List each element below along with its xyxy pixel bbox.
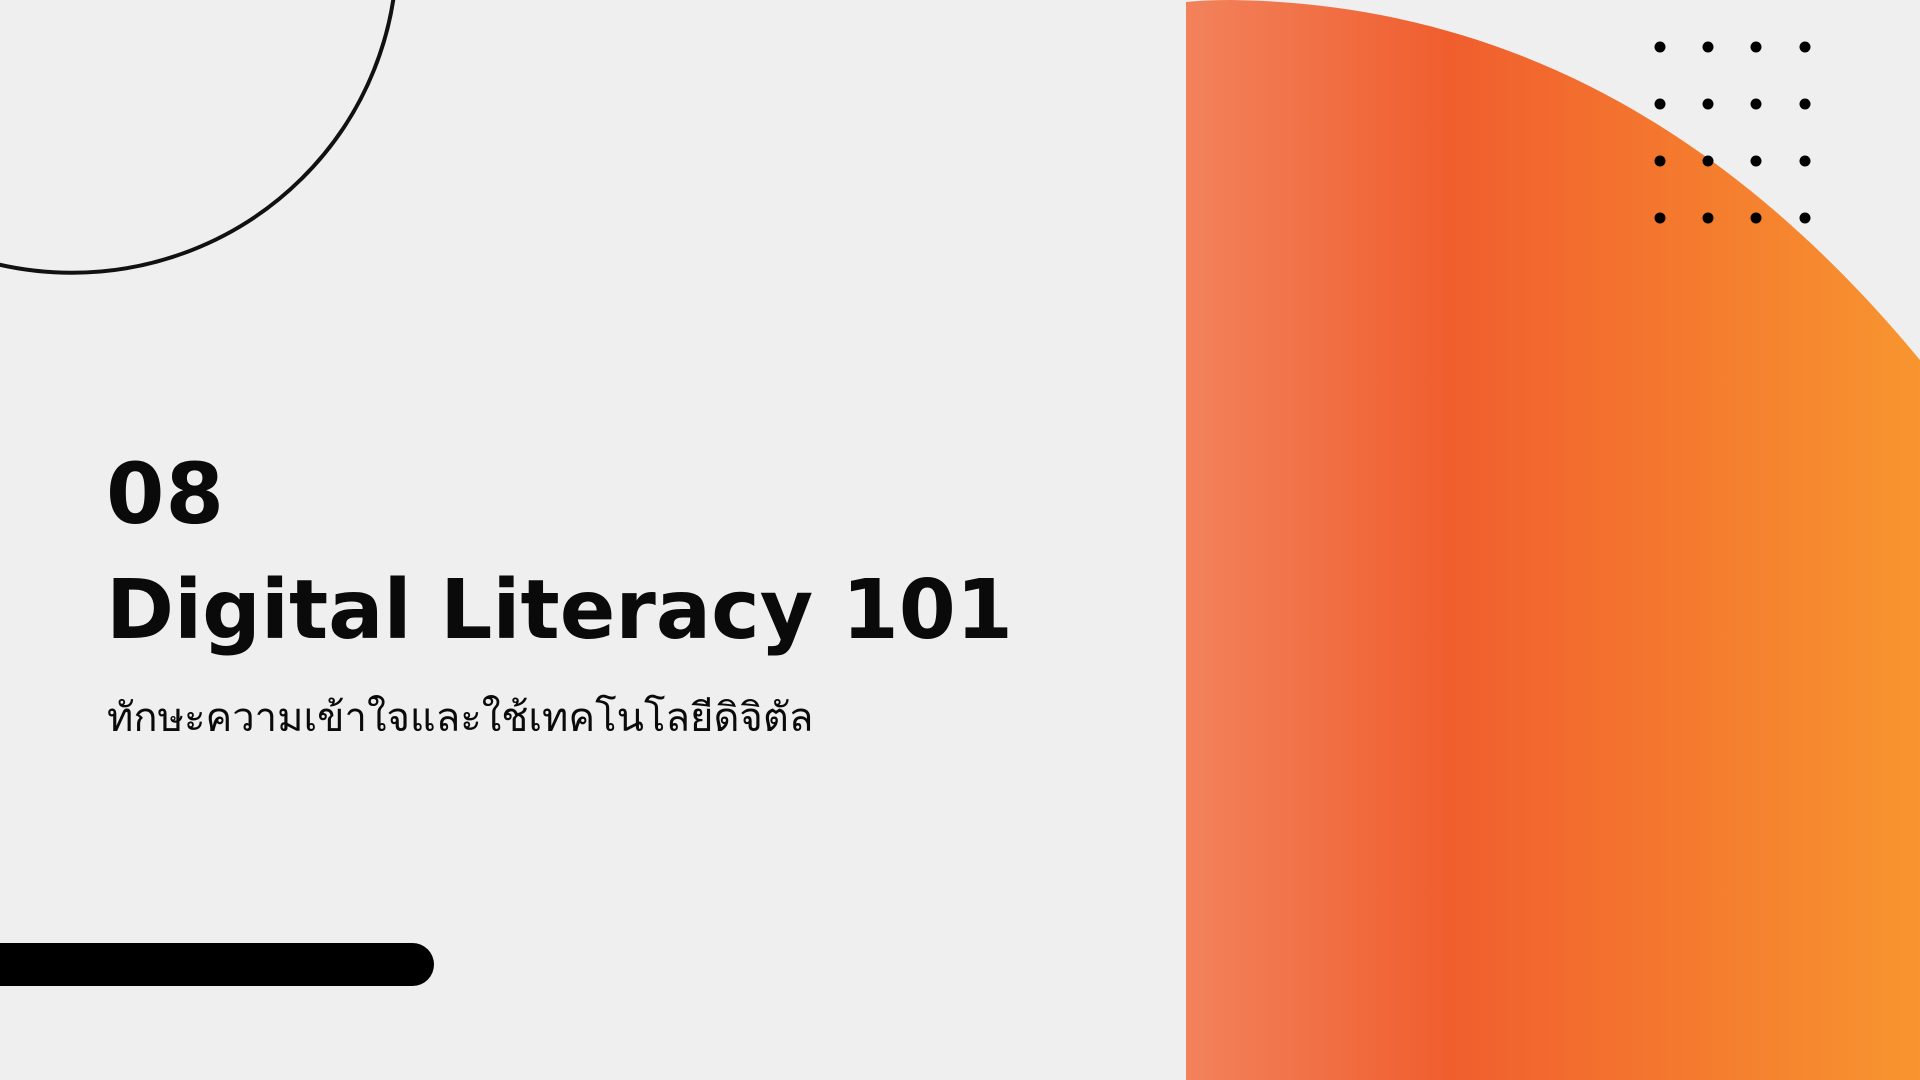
dot-grid-decoration [1654, 41, 1811, 224]
slide-subtitle: ทักษะความเข้าใจและใช้เทคโนโลยีดิจิตัล [107, 695, 814, 741]
slide-title: Digital Literacy 101 [106, 563, 1013, 658]
slide: 08 Digital Literacy 101 ทักษะความเข้าใจแ… [0, 0, 1920, 1080]
rounded-bar-decoration [0, 943, 434, 986]
section-number: 08 [106, 445, 225, 543]
circle-outline-decoration [0, 0, 396, 275]
